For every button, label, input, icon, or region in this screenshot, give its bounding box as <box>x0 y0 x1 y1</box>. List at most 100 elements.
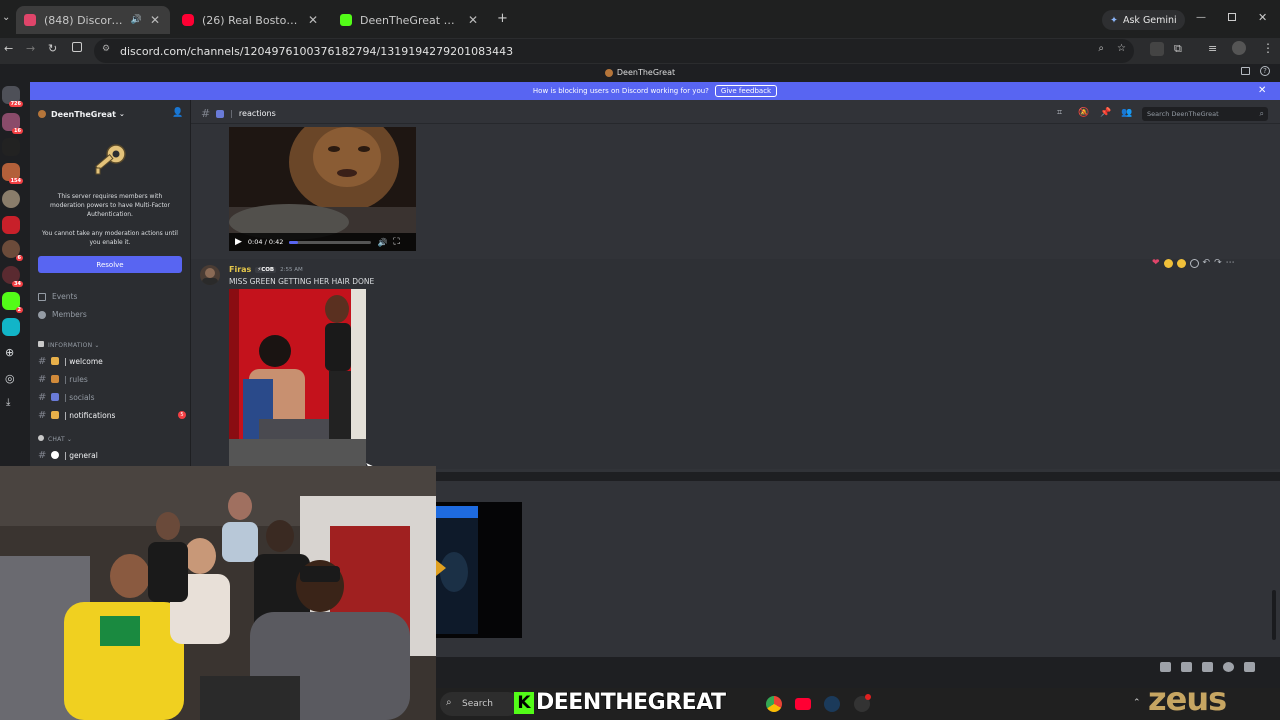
image-attachment[interactable] <box>229 289 366 469</box>
ask-gemini-button[interactable]: ✦ Ask Gemini <box>1102 10 1185 30</box>
members-icon <box>38 310 46 319</box>
sidebar-item-notifications[interactable]: # | notifications 5 <box>38 408 186 422</box>
sidebar-item-general[interactable]: # | general <box>38 448 186 462</box>
volume-icon[interactable]: 🔊 <box>377 238 387 247</box>
give-feedback-button[interactable]: Give feedback <box>714 85 778 97</box>
avatar[interactable] <box>200 265 220 285</box>
profile-avatar[interactable] <box>1232 41 1246 55</box>
sticker-icon[interactable] <box>1202 662 1213 672</box>
composer-icons <box>1160 662 1255 672</box>
search-icon: ⌕ <box>446 697 452 708</box>
youtube-favicon-icon <box>182 14 194 26</box>
more-options-icon[interactable]: ⋯ <box>1226 258 1235 268</box>
threads-icon[interactable]: ⌗ <box>1057 108 1062 118</box>
emoji-icon[interactable] <box>1223 662 1234 672</box>
invite-people-icon[interactable]: 👤 <box>172 108 183 118</box>
sidebar-item-welcome[interactable]: # | welcome <box>38 354 186 368</box>
add-reaction-icon[interactable] <box>1189 258 1199 268</box>
close-tab-icon[interactable]: ✕ <box>306 13 320 27</box>
tab-discord[interactable]: (848) Discord | #💬 | reacti 🔊 ✕ <box>16 6 170 34</box>
site-info-icon[interactable]: ⚙ <box>102 44 110 54</box>
video-progress-bar[interactable] <box>289 240 372 244</box>
discover-icon[interactable]: ◎ <box>5 372 15 385</box>
reply-icon[interactable]: ↶ <box>1203 258 1211 268</box>
help-icon[interactable]: ? <box>1260 66 1270 76</box>
system-tray-chevron-icon[interactable]: ⌃ <box>1133 698 1141 708</box>
streamer-overlay-name: K DEENTHEGREAT <box>514 688 727 718</box>
chat-scrollbar[interactable] <box>1272 590 1276 640</box>
forward-icon[interactable]: ↷ <box>1214 258 1222 268</box>
server-icon[interactable] <box>2 190 20 208</box>
close-window-icon[interactable]: ✕ <box>1258 11 1267 24</box>
message-author[interactable]: Firas ⚡COB 2:55 AM <box>229 265 303 274</box>
hashtag-icon: # <box>38 391 47 403</box>
apps-icon[interactable] <box>1244 662 1255 672</box>
chrome-taskbar-icon[interactable] <box>766 696 782 712</box>
video-time: 0:04 / 0:42 <box>247 238 284 246</box>
zoom-icon[interactable]: ⌕ <box>1098 43 1104 54</box>
pinned-messages-icon[interactable]: 📌 <box>1100 108 1111 118</box>
split-view-icon[interactable] <box>72 42 82 52</box>
category-chat[interactable]: CHAT ⌄ <box>38 435 72 443</box>
close-tab-icon[interactable]: ✕ <box>466 13 480 27</box>
member-list-icon[interactable]: 👥 <box>1121 108 1132 118</box>
gift-icon[interactable] <box>1160 662 1171 672</box>
address-bar[interactable]: ⚙ discord.com/channels/12049761003761827… <box>94 39 1134 63</box>
server-icon[interactable]: 16 <box>2 113 23 134</box>
tab-youtube[interactable]: (26) Real Boston Richey - Mr. P ✕ <box>174 6 328 34</box>
sidebar-item-members[interactable]: Members <box>38 310 87 319</box>
search-input[interactable]: Search DeenTheGreat ⌕ <box>1142 107 1268 121</box>
new-tab-button[interactable]: + <box>497 11 508 26</box>
sidebar-item-rules[interactable]: # | rules <box>38 372 186 386</box>
server-icon[interactable] <box>2 138 20 156</box>
speaker-icon[interactable]: 🔊 <box>131 15 142 25</box>
browser-menu-icon[interactable]: ⋮ <box>1262 41 1274 55</box>
tab-kick[interactable]: DeenTheGreat Stream - Watch ✕ <box>332 6 488 34</box>
gif-icon[interactable] <box>1181 662 1192 672</box>
bookmark-star-icon[interactable]: ☆ <box>1117 43 1126 54</box>
media-controls-icon[interactable]: ≡ <box>1208 42 1217 55</box>
extension-icon[interactable] <box>1150 42 1164 56</box>
server-icon[interactable]: 34 <box>2 266 23 287</box>
laugh-reaction-icon[interactable] <box>1163 258 1173 268</box>
server-icon[interactable] <box>2 216 20 234</box>
server-icon[interactable] <box>2 318 20 336</box>
notification-settings-icon[interactable]: 🔕 <box>1078 108 1089 118</box>
close-tab-icon[interactable]: ✕ <box>148 13 162 27</box>
youtube-taskbar-icon[interactable] <box>795 698 811 710</box>
direct-messages-icon[interactable]: 726 <box>2 86 23 107</box>
hashtag-icon: # <box>38 373 47 385</box>
minimize-window-icon[interactable]: — <box>1196 12 1206 23</box>
video-embed[interactable] <box>436 502 522 638</box>
add-server-icon[interactable]: ⊕ <box>5 346 14 359</box>
message-timestamp: 2:55 AM <box>280 266 303 273</box>
extensions-puzzle-icon[interactable]: ⧉ <box>1174 42 1182 56</box>
wave-emoji-icon <box>51 357 60 365</box>
category-information[interactable]: INFORMATION ⌄ <box>38 341 100 349</box>
reload-icon[interactable]: ↻ <box>48 42 57 55</box>
feedback-notice-bar: How is blocking users on Discord working… <box>30 82 1280 100</box>
hashtag-icon: # <box>201 107 211 120</box>
sidebar-item-events[interactable]: Events <box>38 292 77 301</box>
server-icon[interactable]: 154 <box>2 163 23 184</box>
play-icon[interactable]: ▶ <box>235 237 242 247</box>
grin-reaction-icon[interactable] <box>1176 258 1186 268</box>
server-header[interactable]: DeenTheGreat ⌄ <box>30 104 190 124</box>
server-icon[interactable]: 2 <box>2 292 23 313</box>
steam-taskbar-icon[interactable] <box>824 696 840 712</box>
back-icon[interactable]: ← <box>4 42 13 55</box>
heart-reaction-icon[interactable]: ❤ <box>1152 258 1160 268</box>
server-icon[interactable]: 6 <box>2 240 23 261</box>
resolve-button[interactable]: Resolve <box>38 256 182 273</box>
kick-logo-icon: K <box>514 692 534 714</box>
fullscreen-icon[interactable]: ⛶ <box>393 237 399 247</box>
close-notice-icon[interactable]: ✕ <box>1258 85 1266 96</box>
forward-icon[interactable]: → <box>26 42 35 55</box>
inbox-icon[interactable] <box>1241 67 1250 75</box>
sidebar-item-socials[interactable]: # | socials <box>38 390 186 404</box>
tab-search-chevron-icon[interactable]: ⌄ <box>2 12 10 23</box>
hashtag-icon: # <box>38 409 47 421</box>
download-icon[interactable]: ⤓ <box>6 397 10 408</box>
taskbar-search[interactable]: ⌕ Search <box>440 692 520 716</box>
maximize-window-icon[interactable] <box>1228 13 1236 21</box>
